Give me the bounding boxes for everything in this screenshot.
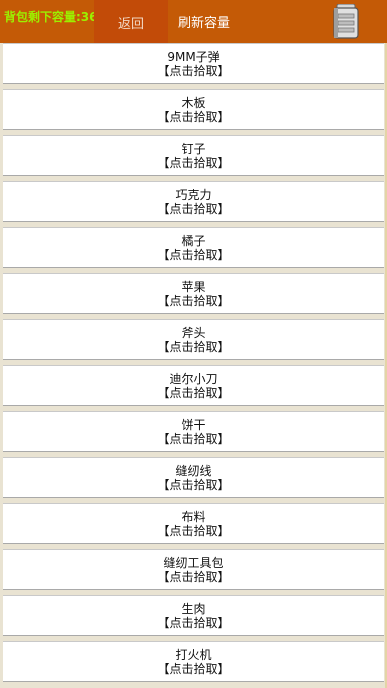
item-name: 木板 bbox=[181, 96, 206, 110]
list-item[interactable]: 9MM子弹 【点击拾取】 bbox=[3, 43, 384, 84]
backpack-icon bbox=[333, 3, 359, 39]
item-name: 生肉 bbox=[181, 602, 206, 616]
back-button[interactable]: 返回 bbox=[94, 0, 168, 43]
pickup-action[interactable]: 【点击拾取】 bbox=[3, 478, 384, 492]
backpack-button[interactable] bbox=[332, 3, 360, 39]
refresh-capacity-button[interactable]: 刷新容量 bbox=[178, 0, 230, 43]
item-name: 迪尔小刀 bbox=[169, 372, 218, 386]
list-item[interactable]: 巧克力 【点击拾取】 bbox=[3, 181, 384, 222]
list-item[interactable]: 布料 【点击拾取】 bbox=[3, 503, 384, 544]
item-name: 饼干 bbox=[181, 418, 206, 432]
pickup-action[interactable]: 【点击拾取】 bbox=[3, 570, 384, 584]
item-name: 巧克力 bbox=[175, 188, 212, 202]
pickup-action[interactable]: 【点击拾取】 bbox=[3, 662, 384, 676]
list-item[interactable]: 打火机 【点击拾取】 bbox=[3, 641, 384, 682]
pickup-action[interactable]: 【点击拾取】 bbox=[3, 294, 384, 308]
item-name: 布料 bbox=[181, 510, 206, 524]
pickup-action[interactable]: 【点击拾取】 bbox=[3, 248, 384, 262]
pickup-action[interactable]: 【点击拾取】 bbox=[3, 110, 384, 124]
pickup-action[interactable]: 【点击拾取】 bbox=[3, 432, 384, 446]
pickup-action[interactable]: 【点击拾取】 bbox=[3, 616, 384, 630]
top-bar: 背包剩下容量:360 返回 刷新容量 bbox=[0, 0, 387, 43]
item-name: 苹果 bbox=[181, 280, 206, 294]
pickup-action[interactable]: 【点击拾取】 bbox=[3, 64, 384, 78]
item-name: 橘子 bbox=[181, 234, 206, 248]
list-item[interactable]: 缝纫线 【点击拾取】 bbox=[3, 457, 384, 498]
list-item[interactable]: 苹果 【点击拾取】 bbox=[3, 273, 384, 314]
list-item[interactable]: 迪尔小刀 【点击拾取】 bbox=[3, 365, 384, 406]
item-name: 钉子 bbox=[181, 142, 206, 156]
list-item[interactable]: 木板 【点击拾取】 bbox=[3, 89, 384, 130]
pickup-action[interactable]: 【点击拾取】 bbox=[3, 202, 384, 216]
list-item[interactable]: 斧头 【点击拾取】 bbox=[3, 319, 384, 360]
item-name: 打火机 bbox=[175, 648, 212, 662]
pickup-action[interactable]: 【点击拾取】 bbox=[3, 156, 384, 170]
item-name: 9MM子弹 bbox=[167, 50, 220, 64]
item-name: 斧头 bbox=[181, 326, 206, 340]
list-item[interactable]: 橘子 【点击拾取】 bbox=[3, 227, 384, 268]
pickup-action[interactable]: 【点击拾取】 bbox=[3, 386, 384, 400]
list-item[interactable]: 钉子 【点击拾取】 bbox=[3, 135, 384, 176]
list-item[interactable]: 缝纫工具包 【点击拾取】 bbox=[3, 549, 384, 590]
item-name: 缝纫工具包 bbox=[163, 556, 224, 570]
list-item[interactable]: 生肉 【点击拾取】 bbox=[3, 595, 384, 636]
pickup-action[interactable]: 【点击拾取】 bbox=[3, 524, 384, 538]
item-name: 缝纫线 bbox=[175, 464, 212, 478]
pickup-action[interactable]: 【点击拾取】 bbox=[3, 340, 384, 354]
list-item[interactable]: 饼干 【点击拾取】 bbox=[3, 411, 384, 452]
backpack-capacity-label: 背包剩下容量:360 bbox=[4, 10, 106, 24]
